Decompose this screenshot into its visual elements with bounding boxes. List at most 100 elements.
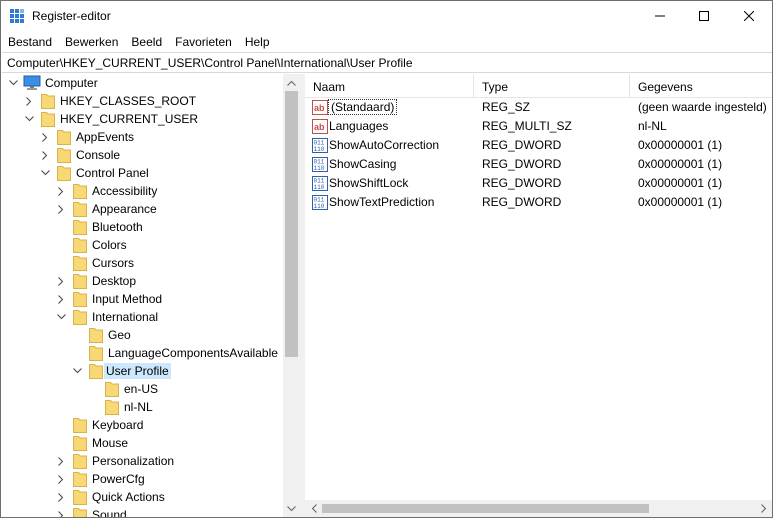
value-data: 0x00000001 (1) [638, 176, 723, 190]
tree-item-appearance[interactable]: Appearance [2, 200, 282, 218]
tree-label: Geo [108, 328, 131, 342]
tree-item-nl-nl[interactable]: nl-NL [2, 398, 282, 416]
chevron-down-icon[interactable] [39, 164, 51, 182]
menu-beeld[interactable]: Beeld [124, 32, 168, 52]
tree-item-quick-actions[interactable]: Quick Actions [2, 488, 282, 506]
tree-item-computer[interactable]: Computer [2, 74, 282, 92]
scroll-right-button[interactable] [755, 500, 772, 517]
chevron-down-icon[interactable] [71, 362, 83, 380]
value-data: nl-NL [638, 119, 667, 133]
folder-icon [73, 418, 87, 433]
folder-icon [57, 130, 71, 145]
svg-text:110: 110 [314, 165, 325, 172]
chevron-right-icon[interactable] [55, 200, 67, 218]
menu-bewerken[interactable]: Bewerken [58, 32, 124, 52]
svg-text:110: 110 [314, 203, 325, 210]
tree-label: Colors [92, 238, 127, 252]
chevron-right-icon[interactable] [55, 272, 67, 290]
tree-label: Console [76, 148, 121, 162]
list-row[interactable]: 011 110 ShowShiftLock REG_DWORD 0x0000000… [305, 174, 772, 193]
registry-editor-window: Register-editor Bestand Bewerken Beeld F… [0, 0, 773, 518]
tree-item-personalization[interactable]: Personalization [2, 452, 282, 470]
tree-item-cursors[interactable]: Cursors [2, 254, 282, 272]
folder-icon [105, 382, 119, 397]
tree-label: en-US [124, 382, 159, 396]
tree-item-desktop[interactable]: Desktop [2, 272, 282, 290]
chevron-right-icon[interactable] [55, 488, 67, 506]
menu-favorieten[interactable]: Favorieten [168, 32, 238, 52]
value-data: (geen waarde ingesteld) [638, 100, 767, 114]
tree-item-geo[interactable]: Geo [2, 326, 282, 344]
folder-icon [73, 202, 87, 217]
tree-label: nl-NL [124, 400, 153, 414]
folder-icon [73, 184, 87, 199]
chevron-right-icon[interactable] [55, 470, 67, 488]
tree-item-appevents[interactable]: AppEvents [2, 128, 282, 146]
tree-item-keyboard[interactable]: Keyboard [2, 416, 282, 434]
scroll-thumb[interactable] [285, 91, 298, 357]
folder-icon [105, 400, 119, 415]
tree-item-user-profile[interactable]: User Profile [2, 362, 282, 380]
list-row[interactable]: 011 110 ShowTextPrediction REG_DWORD 0x00… [305, 193, 772, 212]
column-header-naam[interactable]: Naam [305, 74, 474, 98]
tree-label: AppEvents [76, 130, 135, 144]
folder-icon [57, 166, 71, 181]
menu-help[interactable]: Help [238, 32, 276, 52]
tree-label: Bluetooth [92, 220, 143, 234]
value-type: REG_SZ [482, 100, 531, 114]
scroll-thumb[interactable] [322, 504, 649, 513]
list-horizontal-scrollbar[interactable] [305, 500, 772, 517]
tree-item-colors[interactable]: Colors [2, 236, 282, 254]
list-row[interactable]: ab (Standaard) REG_SZ (geen waarde inges… [305, 98, 772, 117]
tree-item-powercfg[interactable]: PowerCfg [2, 470, 282, 488]
tree-item-control-panel[interactable]: Control Panel [2, 164, 282, 182]
tree-item-international[interactable]: International [2, 308, 282, 326]
chevron-down-icon[interactable] [7, 74, 19, 92]
tree-item-bluetooth[interactable]: Bluetooth [2, 218, 282, 236]
chevron-right-icon[interactable] [55, 506, 67, 517]
chevron-right-icon[interactable] [55, 182, 67, 200]
list-row[interactable]: 011 110 ShowCasing REG_DWORD 0x00000001 (… [305, 155, 772, 174]
tree-item-mouse[interactable]: Mouse [2, 434, 282, 452]
close-icon [744, 11, 754, 21]
column-header-gegevens[interactable]: Gegevens [630, 74, 772, 98]
tree-label: PowerCfg [92, 472, 145, 486]
menu-bestand[interactable]: Bestand [1, 32, 58, 52]
address-bar[interactable]: Computer\HKEY_CURRENT_USER\Control Panel… [2, 52, 772, 73]
list-row[interactable]: ab Languages REG_MULTI_SZ nl-NL [305, 117, 772, 136]
chevron-right-icon [760, 504, 766, 513]
menu-bar: Bestand Bewerken Beeld Favorieten Help [1, 32, 772, 52]
scroll-left-button[interactable] [305, 500, 322, 517]
title-bar[interactable]: Register-editor [1, 1, 772, 31]
folder-icon [41, 112, 55, 127]
tree-item-console[interactable]: Console [2, 146, 282, 164]
tree-item-accessibility[interactable]: Accessibility [2, 182, 282, 200]
tree-item-input-method[interactable]: Input Method [2, 290, 282, 308]
scroll-up-button[interactable] [283, 74, 300, 91]
tree-vertical-scrollbar[interactable] [283, 74, 300, 517]
maximize-button[interactable] [681, 1, 727, 31]
tree-item-sound[interactable]: Sound [2, 506, 282, 517]
chevron-right-icon[interactable] [23, 92, 35, 110]
tree-item-language-components-available[interactable]: LanguageComponentsAvailable [2, 344, 282, 362]
chevron-right-icon[interactable] [55, 290, 67, 308]
minimize-button[interactable] [637, 1, 683, 31]
chevron-down-icon [287, 505, 296, 511]
scroll-down-button[interactable] [283, 500, 300, 517]
chevron-right-icon[interactable] [55, 452, 67, 470]
chevron-right-icon[interactable] [39, 128, 51, 146]
value-data: 0x00000001 (1) [638, 195, 723, 209]
computer-icon [23, 75, 41, 90]
close-button[interactable] [726, 1, 772, 31]
column-header-type[interactable]: Type [474, 74, 630, 98]
list-row[interactable]: 011 110 ShowAutoCorrection REG_DWORD 0x00… [305, 136, 772, 155]
folder-icon [73, 490, 87, 505]
chevron-down-icon[interactable] [55, 308, 67, 326]
tree-item-hkey-current-user[interactable]: HKEY_CURRENT_USER [2, 110, 282, 128]
chevron-down-icon[interactable] [23, 110, 35, 128]
folder-icon [73, 454, 87, 469]
tree-item-hkey-classes-root[interactable]: HKEY_CLASSES_ROOT [2, 92, 282, 110]
tree-item-en-us[interactable]: en-US [2, 380, 282, 398]
key-tree: Computer HKEY_CLASSES_ROOT HKEY_CURRENT_… [2, 74, 299, 517]
chevron-right-icon[interactable] [39, 146, 51, 164]
